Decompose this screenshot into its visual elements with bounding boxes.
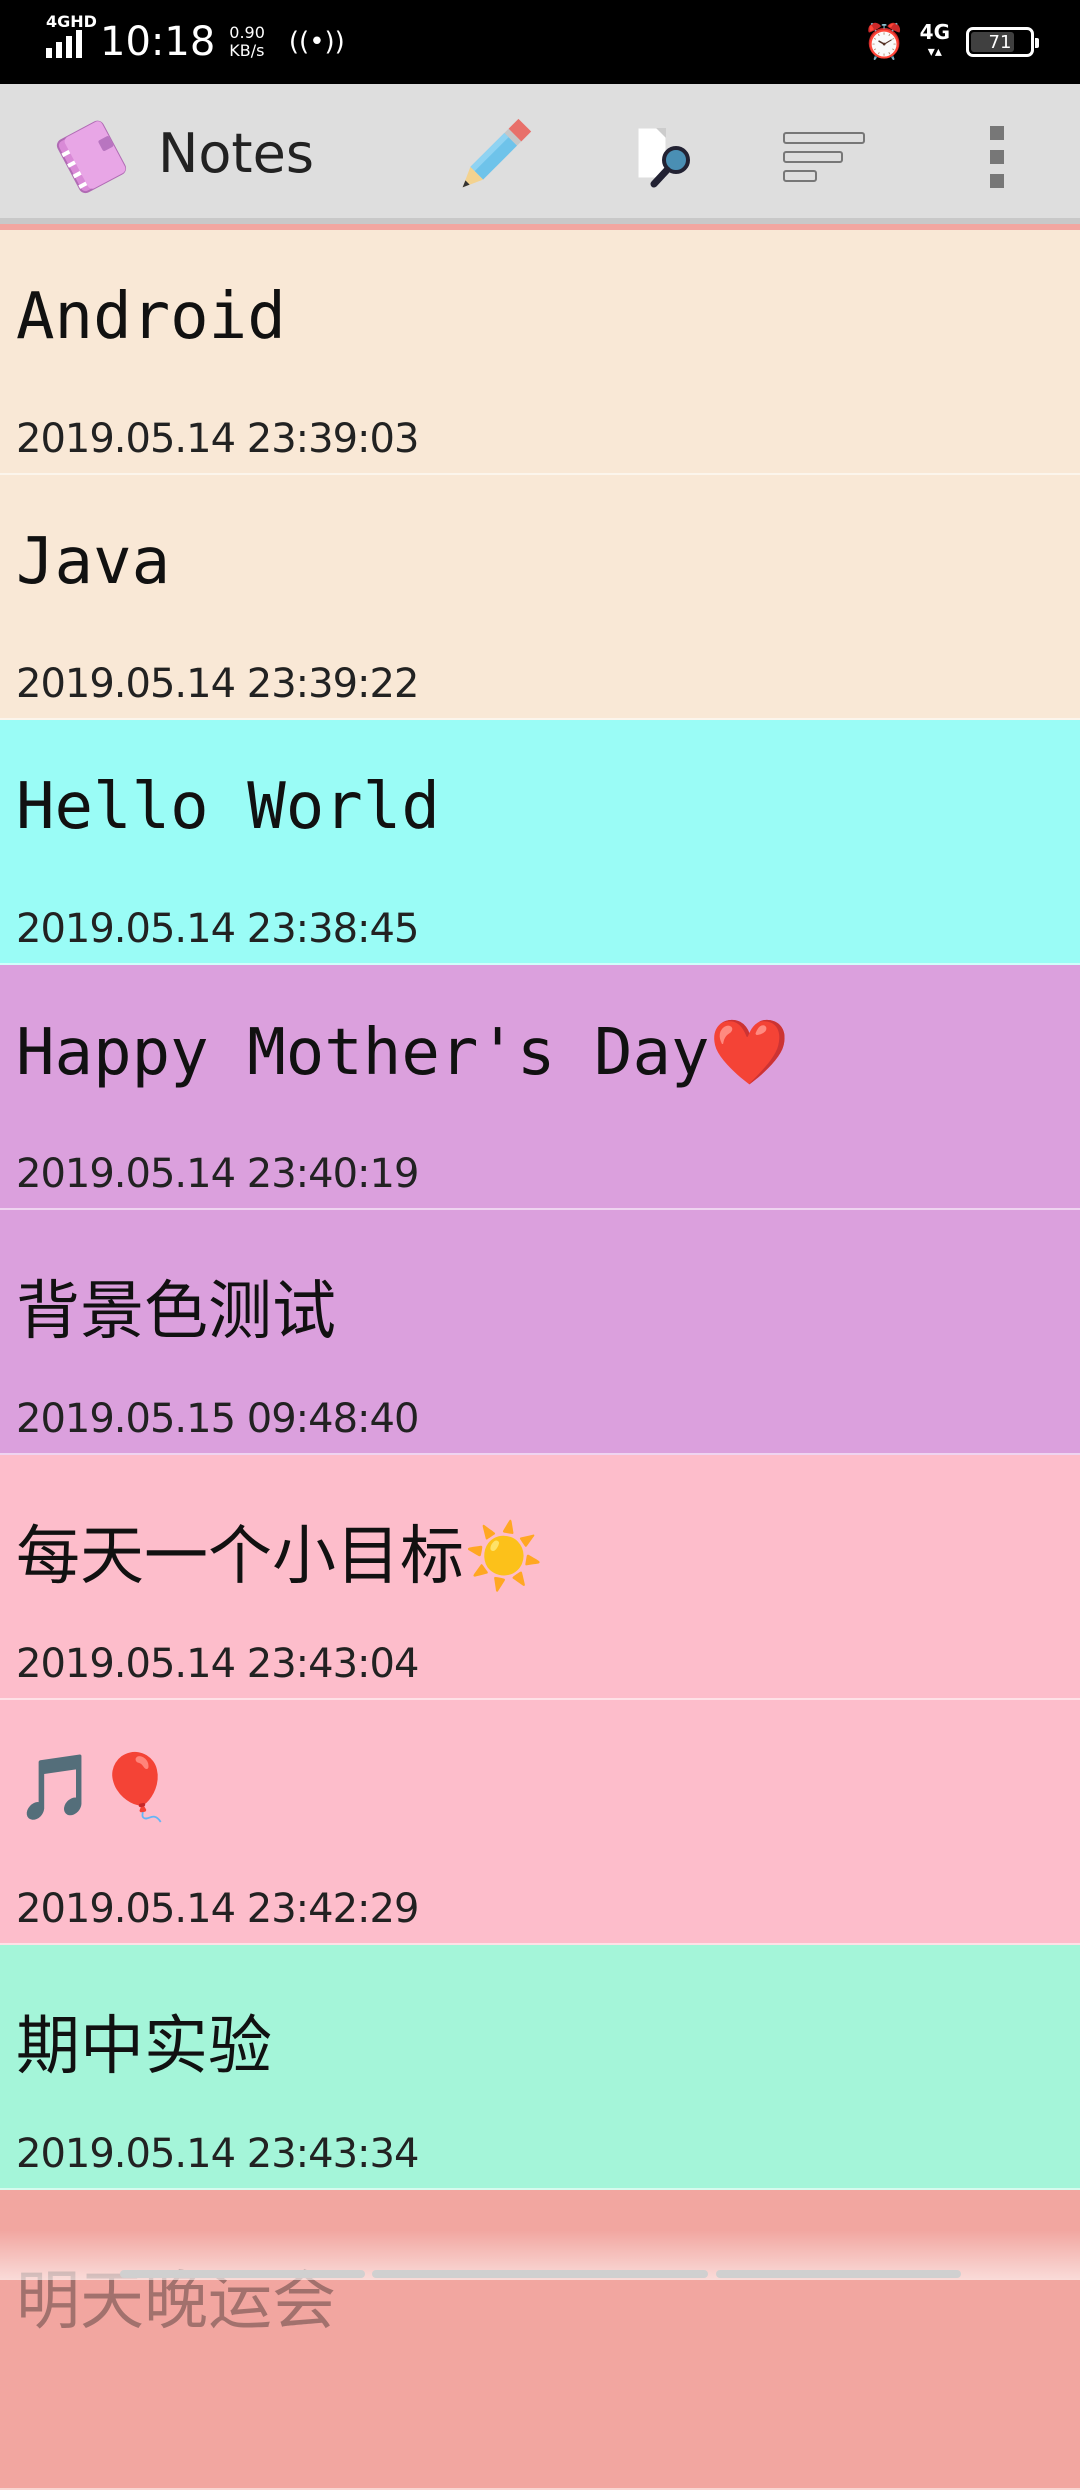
note-item[interactable]: 背景色测试 2019.05.15 09:48:40	[0, 1210, 1080, 1455]
note-title: Android	[16, 280, 286, 354]
hotspot-icon: ((•))	[288, 27, 345, 57]
nav-hint-bar	[716, 2270, 961, 2278]
status-bar: 4GHD 10:18 0.90 KB/s ((•)) ⏰ 4G ▾▴ 71	[0, 0, 1080, 84]
note-title: 背景色测试	[16, 1275, 336, 1349]
network-type: 4GHD	[46, 12, 97, 31]
note-timestamp: 2019.05.14 23:39:22	[16, 661, 419, 707]
battery-icon: 71	[966, 27, 1039, 57]
note-item[interactable]: Happy Mother's Day❤️ 2019.05.14 23:40:19	[0, 965, 1080, 1210]
note-item[interactable]: Android 2019.05.14 23:39:03	[0, 230, 1080, 475]
notebook-icon	[48, 116, 134, 196]
note-item[interactable]: Hello World 2019.05.14 23:38:45	[0, 720, 1080, 965]
note-timestamp: 2019.05.14 23:39:03	[16, 416, 419, 462]
note-title: 期中实验	[16, 2010, 272, 2084]
signal-icon: 4GHD	[46, 12, 97, 58]
note-timestamp: 2019.05.14 23:43:04	[16, 1641, 419, 1687]
status-bar-right: ⏰ 4G ▾▴ 71	[863, 0, 1039, 84]
note-item[interactable]: Java 2019.05.14 23:39:22	[0, 475, 1080, 720]
mobile-data-icon: 4G ▾▴	[919, 20, 950, 60]
mobile-data-label: 4G	[919, 20, 950, 44]
note-title: Java	[16, 525, 171, 599]
network-speed: 0.90 KB/s	[229, 24, 265, 60]
alarm-icon: ⏰	[863, 22, 906, 62]
app-toolbar: Notes	[0, 84, 1080, 224]
notes-list: Android 2019.05.14 23:39:03 Java 2019.05…	[0, 230, 1080, 2490]
battery-level: 71	[988, 31, 1012, 53]
clock: 10:18	[100, 19, 216, 65]
new-note-button[interactable]	[448, 114, 538, 204]
speed-unit: KB/s	[229, 41, 265, 60]
speed-value: 0.90	[229, 23, 265, 42]
sort-icon	[780, 127, 870, 191]
nav-hint-bar	[372, 2270, 708, 2278]
more-vert-icon	[987, 122, 1007, 196]
note-timestamp: 2019.05.14 23:38:45	[16, 906, 419, 952]
note-timestamp: 2019.05.15 09:48:40	[16, 1396, 419, 1442]
note-item[interactable]: 🎵🎈 2019.05.14 23:42:29	[0, 1700, 1080, 1945]
note-timestamp: 2019.05.14 23:42:29	[16, 1886, 419, 1932]
search-button[interactable]	[620, 114, 710, 204]
status-bar-left: 4GHD 10:18 0.90 KB/s ((•))	[46, 0, 345, 84]
nav-hint-bar	[120, 2270, 365, 2278]
note-title: 每天一个小目标☀️	[16, 1520, 544, 1594]
note-item[interactable]: 每天一个小目标☀️ 2019.05.14 23:43:04	[0, 1455, 1080, 1700]
app-title: Notes	[158, 122, 314, 185]
note-item[interactable]: 期中实验 2019.05.14 23:43:34	[0, 1945, 1080, 2190]
note-timestamp: 2019.05.14 23:43:34	[16, 2131, 419, 2177]
sort-button[interactable]	[780, 114, 870, 204]
note-title: 🎵🎈	[16, 1751, 176, 1825]
note-title: Hello World	[16, 770, 440, 844]
more-options-button[interactable]	[952, 114, 1042, 204]
search-icon	[630, 122, 700, 196]
pencil-icon	[450, 114, 536, 204]
note-title: Happy Mother's Day❤️	[16, 1016, 790, 1090]
note-timestamp: 2019.05.14 23:40:19	[16, 1151, 419, 1197]
